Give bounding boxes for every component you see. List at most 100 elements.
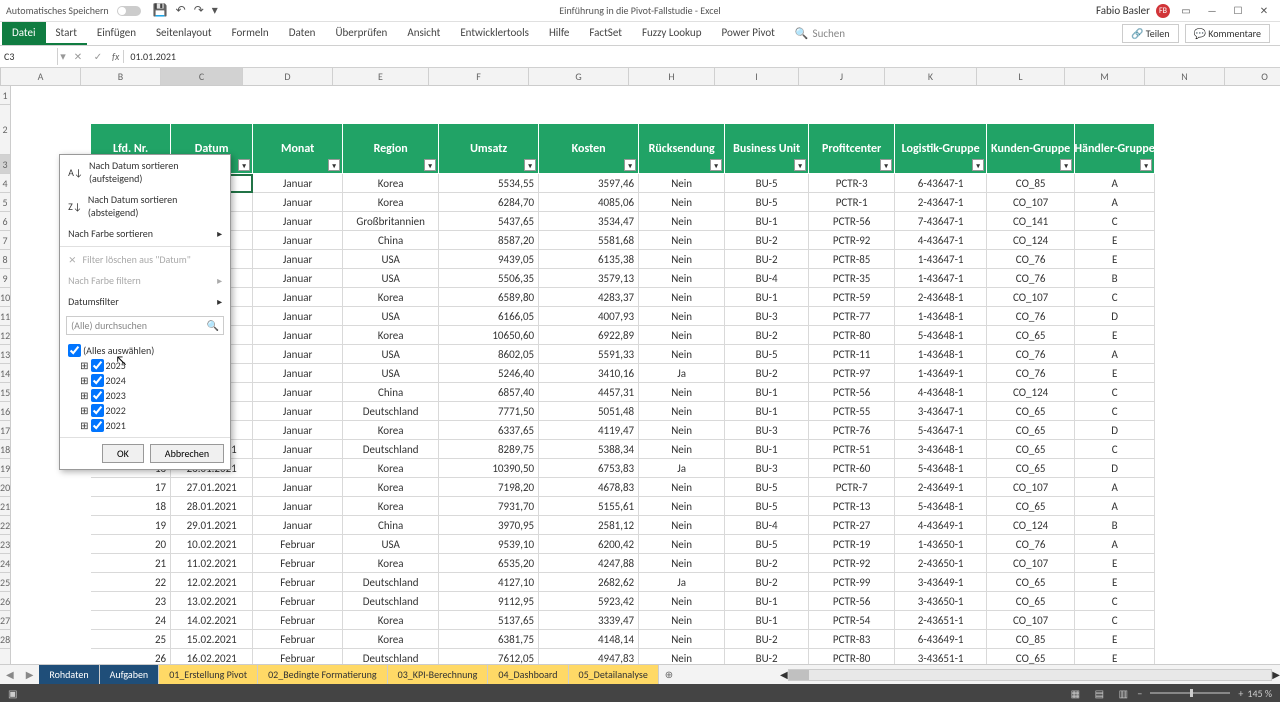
cell[interactable] xyxy=(1155,86,1235,105)
column-header-C[interactable]: C xyxy=(161,68,243,85)
cell[interactable]: 11.02.2021 xyxy=(171,554,253,573)
cell[interactable]: China xyxy=(343,231,439,250)
cell[interactable]: CO_76 xyxy=(987,345,1075,364)
cell[interactable]: A xyxy=(1075,345,1155,364)
cell[interactable]: 6753,83 xyxy=(539,459,639,478)
cell[interactable]: 8602,05 xyxy=(439,345,539,364)
sort-descending[interactable]: Z↓Nach Datum sortieren (absteigend) xyxy=(60,189,230,223)
cell[interactable]: BU-3 xyxy=(725,307,809,326)
cell[interactable] xyxy=(1235,516,1280,535)
cell[interactable]: Januar xyxy=(253,269,343,288)
ribbon-tab-einfügen[interactable]: Einfügen xyxy=(87,22,146,45)
cell[interactable]: BU-5 xyxy=(725,497,809,516)
row-header-15[interactable]: 15 xyxy=(0,383,10,402)
cell[interactable] xyxy=(1155,326,1235,345)
fx-icon[interactable]: fx xyxy=(108,50,124,63)
cell[interactable]: Januar xyxy=(253,421,343,440)
column-header-M[interactable]: M xyxy=(1065,68,1145,85)
sheet-nav-prev[interactable]: ◀ xyxy=(0,668,20,681)
cell[interactable]: Korea xyxy=(343,497,439,516)
cell[interactable]: C xyxy=(1075,440,1155,459)
cell[interactable]: Ja xyxy=(639,573,725,592)
row-header-16[interactable]: 16 xyxy=(0,402,10,421)
filter-dropdown-icon[interactable]: ▾ xyxy=(424,159,436,171)
cell[interactable]: 2682,62 xyxy=(539,573,639,592)
cell[interactable]: 13.02.2021 xyxy=(171,592,253,611)
cell[interactable] xyxy=(11,497,91,516)
year-node[interactable]: ⊞ 2023 xyxy=(68,388,222,403)
row-header-9[interactable]: 9 xyxy=(0,269,10,288)
cell[interactable]: 10650,60 xyxy=(439,326,539,345)
cell[interactable] xyxy=(1155,440,1235,459)
cell[interactable]: 6166,05 xyxy=(439,307,539,326)
cell[interactable]: CO_65 xyxy=(987,459,1075,478)
cell[interactable] xyxy=(11,573,91,592)
row-header-24[interactable]: 24 xyxy=(0,554,10,573)
cell[interactable]: B xyxy=(1075,269,1155,288)
cell[interactable]: USA xyxy=(343,535,439,554)
cell[interactable]: CO_65 xyxy=(987,326,1075,345)
table-header[interactable]: Monat▾ xyxy=(253,124,343,174)
maximize-icon[interactable]: ☐ xyxy=(1228,4,1248,17)
cell[interactable]: 21 xyxy=(91,554,171,573)
cell[interactable]: Januar xyxy=(253,478,343,497)
cell[interactable] xyxy=(1155,288,1235,307)
cell[interactable]: Januar xyxy=(253,402,343,421)
cell[interactable]: 6857,40 xyxy=(439,383,539,402)
cell[interactable]: 3970,95 xyxy=(439,516,539,535)
cell[interactable] xyxy=(1155,383,1235,402)
row-header-4[interactable]: 4 xyxy=(0,174,10,193)
cell[interactable]: 5-43648-1 xyxy=(895,326,987,345)
cell[interactable] xyxy=(1235,193,1280,212)
cell[interactable] xyxy=(343,105,439,124)
cell[interactable]: 2-43648-1 xyxy=(895,288,987,307)
cell[interactable]: Nein xyxy=(639,231,725,250)
cell[interactable]: 2-43647-1 xyxy=(895,193,987,212)
cell[interactable]: 5051,48 xyxy=(539,402,639,421)
cell[interactable]: PCTR-99 xyxy=(809,573,895,592)
cell[interactable] xyxy=(11,516,91,535)
cell[interactable]: 12.02.2021 xyxy=(171,573,253,592)
cell[interactable]: BU-2 xyxy=(725,326,809,345)
cell[interactable]: 29.01.2021 xyxy=(171,516,253,535)
cell[interactable]: PCTR-56 xyxy=(809,592,895,611)
cell[interactable]: 1-43647-1 xyxy=(895,269,987,288)
table-header[interactable]: Region▾ xyxy=(343,124,439,174)
accept-formula-icon[interactable]: ✓ xyxy=(88,50,108,63)
cell[interactable]: 5155,61 xyxy=(539,497,639,516)
cell[interactable]: 4148,14 xyxy=(539,630,639,649)
cell[interactable] xyxy=(91,86,171,105)
cell[interactable] xyxy=(11,630,91,649)
cell[interactable] xyxy=(1235,630,1280,649)
filter-search[interactable]: (Alle) durchsuchen🔍 xyxy=(66,316,224,335)
cell[interactable]: 5923,42 xyxy=(539,592,639,611)
cell[interactable] xyxy=(1155,124,1235,174)
cell[interactable]: PCTR-83 xyxy=(809,630,895,649)
cell[interactable]: 6381,75 xyxy=(439,630,539,649)
cell[interactable]: PCTR-97 xyxy=(809,364,895,383)
year-node[interactable]: ⊞ 2021 xyxy=(68,418,222,433)
cell[interactable]: C xyxy=(1075,402,1155,421)
expand-icon[interactable]: ⊞ xyxy=(80,359,88,372)
cell[interactable]: 1-43648-1 xyxy=(895,307,987,326)
cell[interactable] xyxy=(1235,269,1280,288)
cell[interactable]: 6535,20 xyxy=(439,554,539,573)
cell[interactable]: PCTR-60 xyxy=(809,459,895,478)
cell[interactable]: C xyxy=(1075,592,1155,611)
cell[interactable] xyxy=(1235,288,1280,307)
cell[interactable]: PCTR-27 xyxy=(809,516,895,535)
cell[interactable]: 5246,40 xyxy=(439,364,539,383)
cell[interactable]: A xyxy=(1075,193,1155,212)
cell[interactable]: 5581,68 xyxy=(539,231,639,250)
cell[interactable]: CO_76 xyxy=(987,364,1075,383)
cell[interactable]: D xyxy=(1075,421,1155,440)
filter-dropdown-icon[interactable]: ▾ xyxy=(624,159,636,171)
row-header-3[interactable]: 3 xyxy=(0,155,10,174)
cell[interactable]: 22 xyxy=(91,573,171,592)
cell[interactable] xyxy=(1155,231,1235,250)
cell[interactable] xyxy=(1155,421,1235,440)
cell[interactable] xyxy=(1155,459,1235,478)
cell[interactable]: CO_65 xyxy=(987,421,1075,440)
cell[interactable]: BU-2 xyxy=(725,649,809,664)
cell[interactable]: E xyxy=(1075,364,1155,383)
